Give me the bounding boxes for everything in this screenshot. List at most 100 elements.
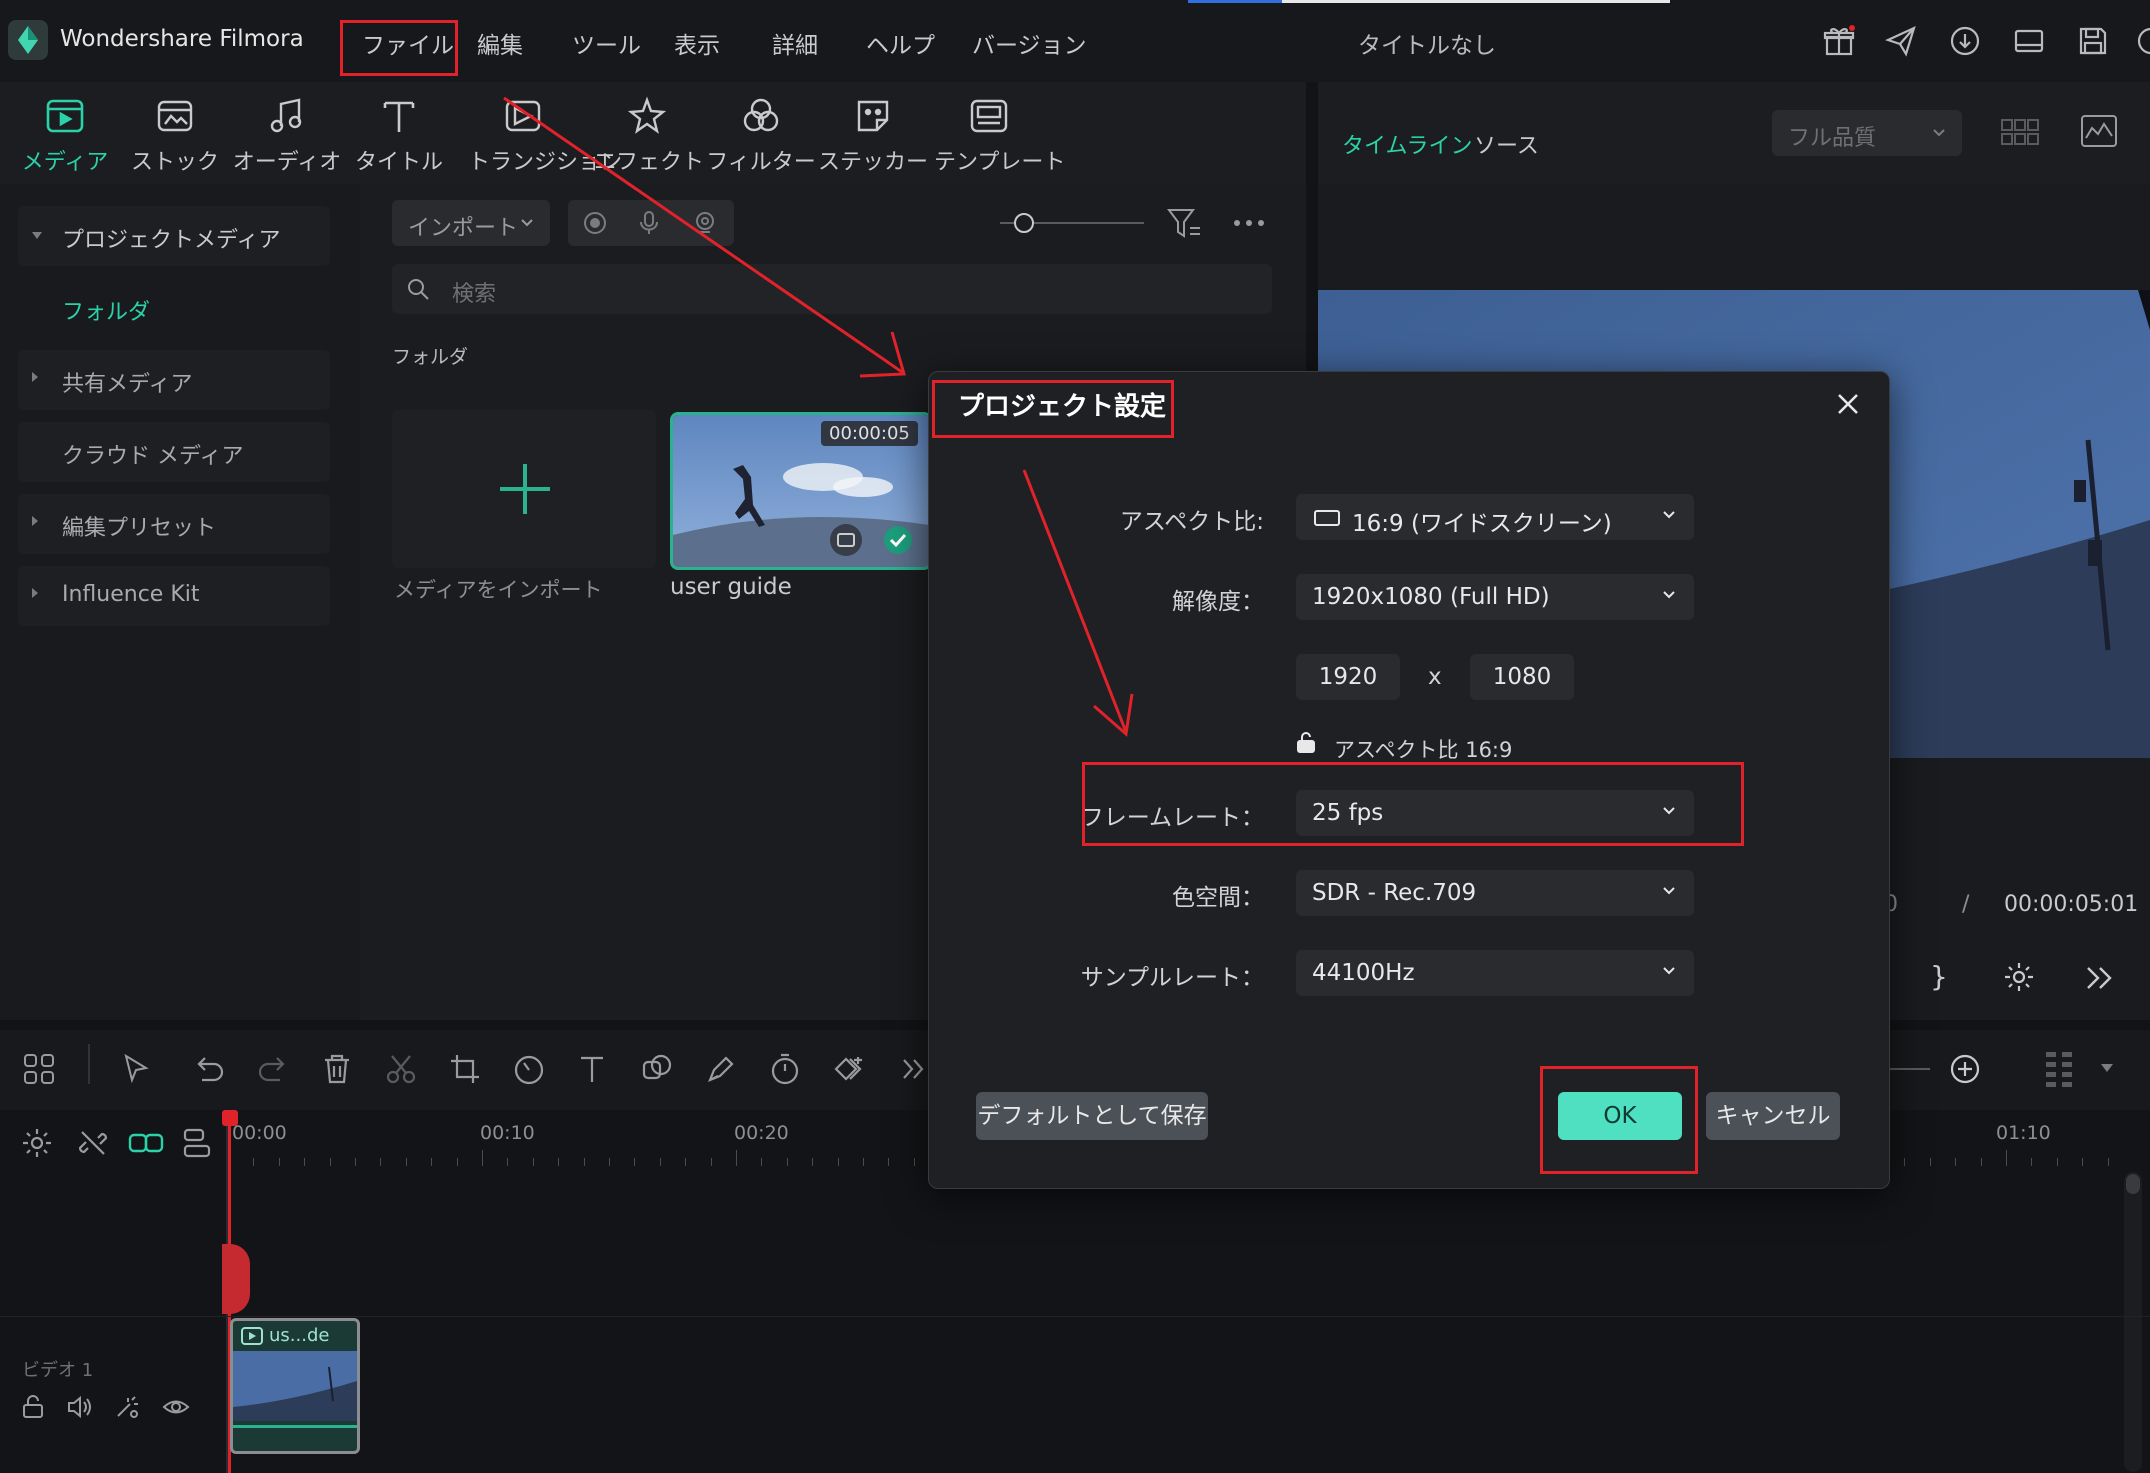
keyframe-icon[interactable]: [832, 1052, 872, 1086]
select-arrow-icon[interactable]: [120, 1052, 154, 1086]
sidebar-item-folder[interactable]: フォルダ: [18, 278, 330, 338]
zoom-slider[interactable]: [1000, 210, 1144, 236]
tab-transitions[interactable]: トランジション: [468, 94, 622, 180]
effects-wand-icon[interactable]: [114, 1394, 142, 1420]
tab-stickers[interactable]: ステッカー: [818, 94, 928, 180]
playhead-marker[interactable]: [222, 1244, 250, 1314]
speed-icon[interactable]: [512, 1052, 546, 1086]
import-dropdown[interactable]: インポート: [392, 200, 550, 246]
save-icon[interactable]: [2076, 24, 2110, 58]
mark-out-icon[interactable]: }: [1930, 960, 1948, 993]
timeline-zoom-track[interactable]: [1890, 1068, 1930, 1070]
menu-version[interactable]: バージョン: [972, 26, 1087, 60]
undo-icon[interactable]: [192, 1052, 226, 1086]
more-tools-chevron-icon[interactable]: [900, 1054, 928, 1084]
width-input[interactable]: 1920: [1296, 654, 1400, 700]
check-icon: [883, 525, 913, 555]
sidebar-item-shared-media[interactable]: 共有メディア: [18, 350, 330, 410]
pen-draw-icon[interactable]: [704, 1052, 738, 1086]
redo-icon[interactable]: [256, 1052, 290, 1086]
gift-icon[interactable]: [1822, 24, 1856, 58]
menu-help[interactable]: ヘルプ: [866, 26, 935, 60]
tab-templates[interactable]: テンプレート: [934, 94, 1065, 180]
import-label: インポート: [408, 216, 519, 241]
crop-icon[interactable]: [448, 1052, 482, 1086]
annotation-box-dialog-title: [932, 380, 1174, 438]
double-chevron-right-icon[interactable]: [2084, 964, 2114, 992]
document-title: タイトルなし: [1358, 33, 1496, 59]
menu-advanced[interactable]: 詳細: [772, 26, 818, 60]
record-icon[interactable]: [582, 210, 608, 236]
ruler-tick: [532, 1158, 534, 1166]
grid-view-icon[interactable]: [2000, 118, 2040, 146]
quality-dropdown[interactable]: フル品質: [1772, 110, 1962, 156]
resolution-select[interactable]: 1920x1080 (Full HD): [1296, 574, 1694, 620]
timeline-scrollbar[interactable]: [2124, 1172, 2142, 1472]
transition-icon: [501, 94, 545, 138]
speaker-icon[interactable]: [66, 1394, 94, 1420]
track-manager-icon[interactable]: [180, 1126, 214, 1160]
timeline-settings-gear-icon[interactable]: [20, 1126, 54, 1160]
menu-edit[interactable]: 編集: [477, 26, 523, 60]
voiceover-icon[interactable]: [692, 210, 718, 236]
close-icon[interactable]: [1836, 392, 1860, 416]
tab-effects[interactable]: エフェクト: [594, 94, 704, 180]
samplerate-select[interactable]: 44100Hz: [1296, 950, 1694, 996]
ruler-tick: [2056, 1158, 2058, 1166]
ruler-tick: [913, 1158, 915, 1166]
tab-titles[interactable]: タイトル: [344, 94, 454, 180]
template-icon: [967, 94, 1011, 138]
lock-icon[interactable]: [20, 1394, 46, 1420]
save-as-default-button[interactable]: デフォルトとして保存: [976, 1092, 1208, 1140]
sidebar-item-edit-presets[interactable]: 編集プリセット: [18, 494, 330, 554]
colorspace-select[interactable]: SDR - Rec.709: [1296, 870, 1694, 916]
zoom-in-icon[interactable]: [1948, 1052, 1982, 1086]
media-clip-thumbnail[interactable]: 00:00:05: [670, 412, 932, 570]
aspect-ratio-select[interactable]: 16:9 (ワイドスクリーン): [1296, 494, 1694, 540]
download-cloud-icon[interactable]: [1948, 24, 1982, 58]
import-media-tile[interactable]: [392, 410, 656, 568]
menu-view[interactable]: 表示: [674, 26, 720, 60]
tab-source[interactable]: ソース: [1474, 128, 1539, 160]
ruler-tick: [329, 1158, 331, 1166]
waveform-monitor-icon[interactable]: [2080, 114, 2118, 148]
times-sign: x: [1428, 664, 1442, 690]
link-icon[interactable]: [128, 1126, 164, 1160]
filter-funnel-icon[interactable]: [1166, 206, 1202, 240]
total-time: 00:00:05:01: [2004, 892, 2139, 917]
unlink-icon[interactable]: [76, 1126, 110, 1160]
microphone-icon[interactable]: [636, 210, 662, 236]
delete-trash-icon[interactable]: [320, 1052, 354, 1086]
share-icon[interactable]: [1884, 24, 1918, 58]
gear-icon[interactable]: [2002, 960, 2036, 994]
more-icon[interactable]: [2134, 24, 2150, 58]
menu-tools[interactable]: ツール: [572, 26, 641, 60]
text-t-icon[interactable]: [576, 1052, 610, 1086]
timer-icon[interactable]: [768, 1052, 802, 1086]
folder-heading: フォルダ: [392, 346, 469, 368]
height-input[interactable]: 1080: [1470, 654, 1574, 700]
layout-grid-icon[interactable]: [22, 1052, 56, 1086]
more-options-icon[interactable]: [1232, 218, 1266, 228]
cancel-button[interactable]: キャンセル: [1706, 1092, 1840, 1140]
tab-stock[interactable]: ストック: [120, 94, 230, 180]
eye-icon[interactable]: [162, 1396, 190, 1418]
sidebar-item-project-media[interactable]: プロジェクトメディア: [18, 206, 330, 266]
tab-filters[interactable]: フィルター: [706, 94, 816, 180]
chevron-down-icon[interactable]: [2100, 1062, 2114, 1074]
filmora-logo-icon: [8, 18, 48, 62]
sidebar-item-influence-kit[interactable]: Influence Kit: [18, 566, 330, 626]
track-height-icon[interactable]: [2044, 1050, 2074, 1090]
scissors-icon[interactable]: [384, 1052, 418, 1086]
search-input[interactable]: 検索: [392, 264, 1272, 314]
timeline-video-clip[interactable]: us...de: [230, 1318, 360, 1454]
tab-timeline[interactable]: タイムライン: [1342, 128, 1472, 160]
tab-media[interactable]: メディア: [10, 94, 120, 180]
mask-shapes-icon[interactable]: [640, 1052, 674, 1086]
unlock-icon[interactable]: [1296, 730, 1316, 754]
playhead-handle[interactable]: [222, 1110, 238, 1126]
layout-icon[interactable]: [2012, 24, 2046, 58]
sidebar-item-cloud-media[interactable]: クラウド メディア: [18, 422, 330, 482]
ruler-tick: [634, 1158, 636, 1166]
tab-audio[interactable]: オーディオ: [232, 94, 342, 180]
